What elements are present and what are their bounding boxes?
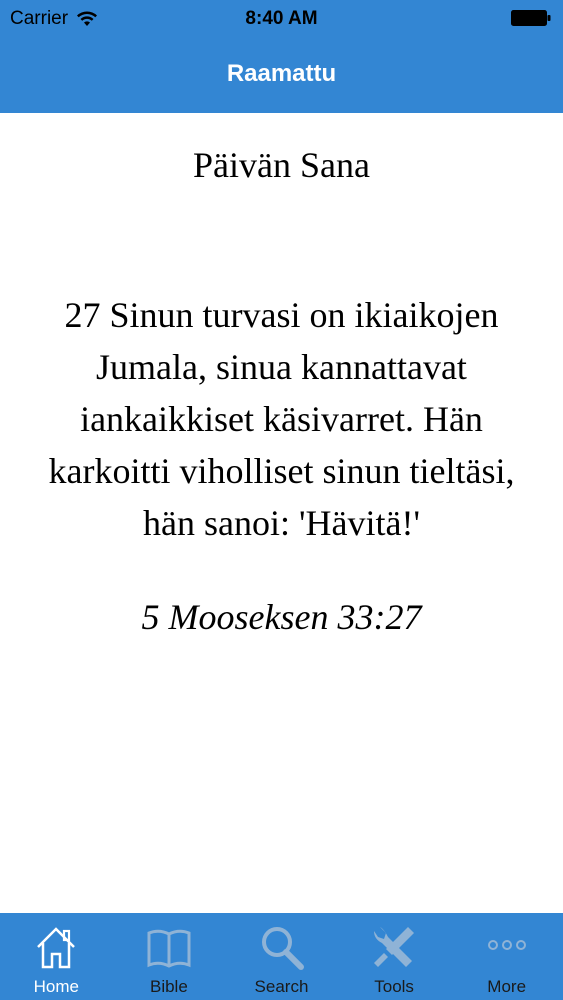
verse-text: 27 Sinun turvasi on ikiaikojen Jumala, s… <box>48 295 515 543</box>
more-icon <box>487 940 526 950</box>
verse-reference: 5 Mooseksen 33:27 <box>141 597 422 637</box>
app-screen: Carrier 8:40 AM Raamattu Päivän Sana 27 … <box>0 0 563 1000</box>
nav-title: Raamattu <box>226 60 337 87</box>
tab-search[interactable]: Search <box>225 913 338 1000</box>
top-bar: Carrier 8:40 AM Raamattu <box>0 0 563 113</box>
battery-icon <box>511 10 551 26</box>
daily-word-content: Päivän Sana 27 Sinun turvasi on ikiaikoj… <box>0 113 563 1000</box>
home-icon <box>37 927 76 969</box>
tab-label-search: Search <box>254 977 309 996</box>
search-icon <box>262 927 305 970</box>
navigation-bar: Raamattu <box>0 38 563 113</box>
tab-label-more: More <box>487 977 527 996</box>
book-icon <box>147 929 191 968</box>
tab-more[interactable]: More <box>450 913 563 1000</box>
tab-tools[interactable]: Tools <box>338 913 451 1000</box>
tab-home[interactable]: Home <box>0 913 113 1000</box>
status-time: 8:40 AM <box>245 8 318 29</box>
tab-label-bible: Bible <box>149 977 188 996</box>
tab-label-tools: Tools <box>374 977 414 996</box>
page-title: Päivän Sana <box>193 145 370 185</box>
tools-icon <box>374 927 415 967</box>
tab-bible[interactable]: Bible <box>113 913 226 1000</box>
tab-label-home: Home <box>33 977 79 996</box>
tab-bar: Home Bible Search Tools More <box>0 913 563 1000</box>
status-bar: Carrier 8:40 AM <box>0 0 563 38</box>
